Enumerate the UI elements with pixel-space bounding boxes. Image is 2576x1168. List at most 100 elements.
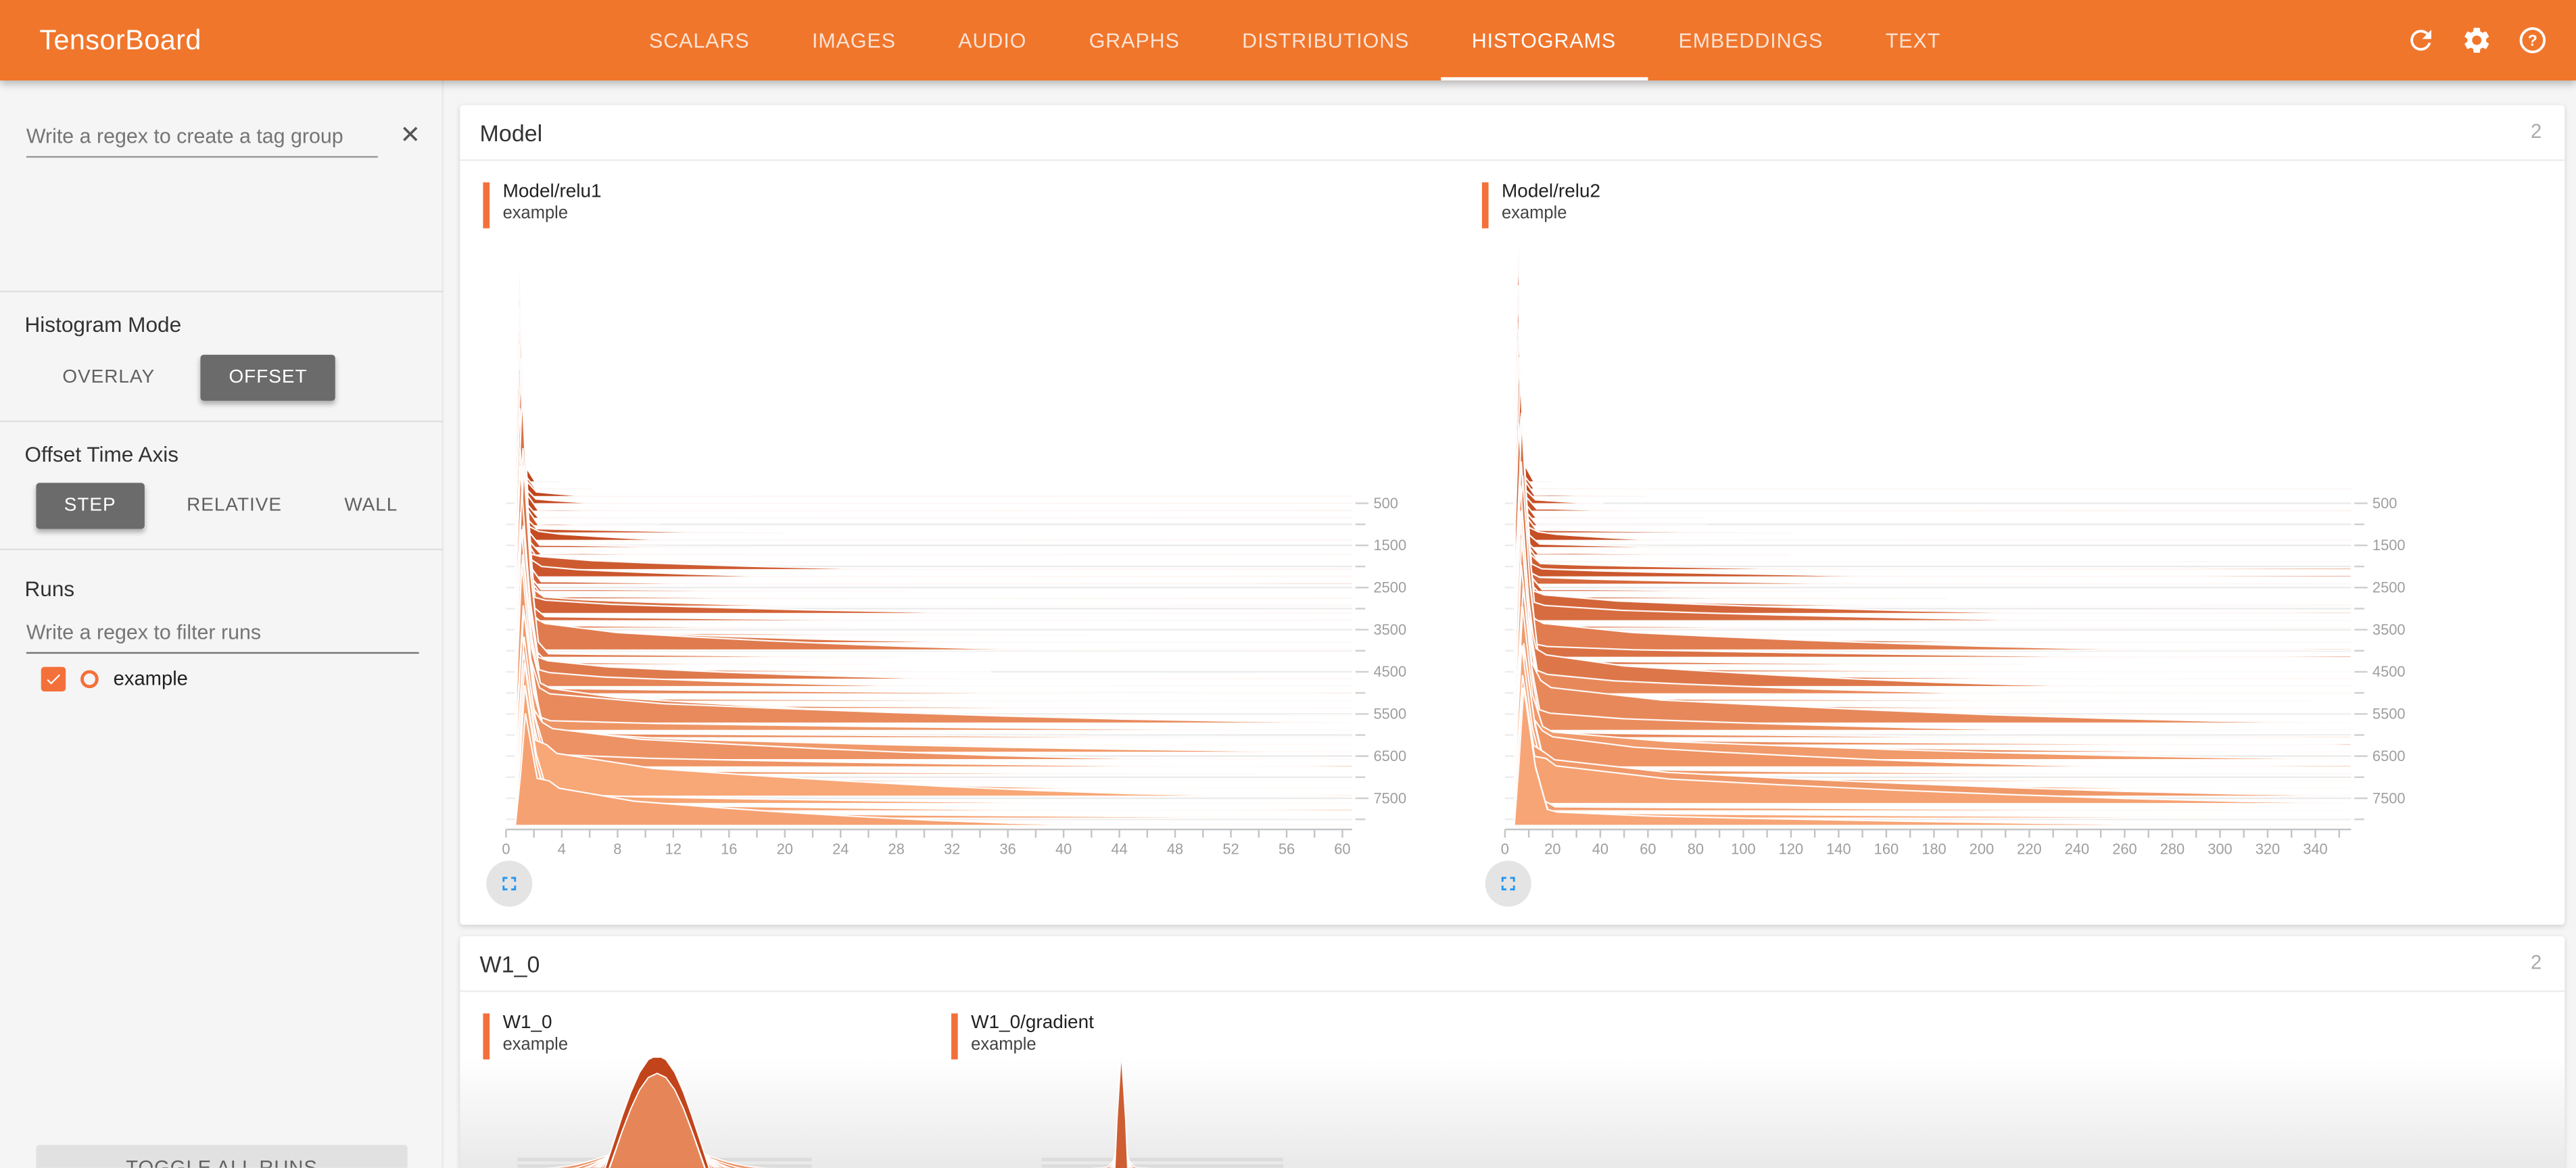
tab-text[interactable]: TEXT [1855, 0, 1972, 80]
svg-text:80: 80 [1688, 841, 1704, 858]
svg-text:24: 24 [832, 841, 849, 858]
svg-text:260: 260 [2112, 841, 2137, 858]
tab-embeddings[interactable]: EMBEDDINGS [1647, 0, 1854, 80]
section-title: W1_0 [480, 951, 540, 977]
svg-text:6500: 6500 [1373, 748, 1406, 764]
svg-text:8: 8 [613, 841, 621, 858]
svg-text:4500: 4500 [2372, 663, 2406, 680]
chart-title: Model/relu2 [1502, 182, 1600, 204]
card-header[interactable]: W1_02 [460, 936, 2565, 992]
chart-title-block: Model/relu1example [483, 182, 601, 228]
run-color-circle[interactable] [80, 669, 99, 687]
svg-text:180: 180 [1922, 841, 1946, 858]
chart-title: Model/relu1 [503, 182, 602, 204]
chart-count: 2 [2531, 120, 2542, 143]
section-title: Model [480, 120, 543, 146]
help-button[interactable]: ? [2504, 12, 2560, 68]
app: TensorBoard SCALARSIMAGESAUDIOGRAPHSDIST… [0, 0, 2576, 1168]
offset-time-axis-option-wall[interactable]: WALL [325, 483, 417, 529]
svg-text:12: 12 [665, 841, 682, 858]
svg-text:20: 20 [1544, 841, 1560, 858]
histogram-plot[interactable] [948, 1058, 1408, 1168]
nav-tabs: SCALARSIMAGESAUDIOGRAPHSDISTRIBUTIONSHIS… [618, 0, 1972, 80]
tab-graphs[interactable]: GRAPHS [1058, 0, 1211, 80]
tab-images[interactable]: IMAGES [781, 0, 927, 80]
divider [0, 420, 444, 422]
chart-w1-0-gradient: W1_0/gradientexample [948, 1008, 1408, 1168]
run-row[interactable]: example [41, 662, 419, 695]
svg-text:44: 44 [1111, 841, 1127, 858]
svg-text:5500: 5500 [2372, 706, 2406, 723]
svg-text:16: 16 [721, 841, 737, 858]
chart-model-relu2: Model/relu2example5001500250035004500550… [1479, 177, 2407, 917]
svg-text:320: 320 [2256, 841, 2280, 858]
svg-text:240: 240 [2065, 841, 2089, 858]
offset-time-axis-option-step[interactable]: STEP [36, 483, 144, 529]
histogram-plot[interactable]: 5001500250035004500550065007500020406080… [1479, 226, 2407, 867]
refresh-button[interactable] [2392, 12, 2448, 68]
tab-distributions[interactable]: DISTRIBUTIONS [1211, 0, 1441, 80]
svg-text:20: 20 [777, 841, 793, 858]
svg-text:5500: 5500 [1373, 706, 1406, 723]
svg-text:0: 0 [502, 841, 510, 858]
svg-text:160: 160 [1874, 841, 1899, 858]
tab-scalars[interactable]: SCALARS [618, 0, 781, 80]
card-header[interactable]: Model 2 [460, 105, 2565, 162]
svg-text:300: 300 [2208, 841, 2232, 858]
chart-w1-0: W1_0example [480, 1008, 940, 1168]
svg-text:120: 120 [1779, 841, 1803, 858]
tab-audio[interactable]: AUDIO [927, 0, 1057, 80]
svg-text:?: ? [2527, 32, 2537, 49]
close-icon[interactable]: ✕ [400, 123, 421, 147]
svg-text:1500: 1500 [1373, 537, 1406, 554]
svg-text:2500: 2500 [1373, 579, 1406, 596]
chart-card-model: Model2Model/relu1example5001500250035004… [460, 105, 2565, 925]
svg-text:28: 28 [888, 841, 905, 858]
check-icon [45, 669, 63, 687]
divider [0, 291, 444, 292]
chart-run-label: example [1502, 203, 1600, 223]
svg-text:60: 60 [1640, 841, 1656, 858]
tag-filter-input[interactable] [26, 120, 378, 157]
svg-text:200: 200 [1970, 841, 1994, 858]
histogram-mode-option-overlay[interactable]: OVERLAY [43, 355, 174, 401]
settings-icon [2460, 24, 2491, 55]
svg-text:2500: 2500 [2372, 579, 2406, 596]
svg-text:32: 32 [944, 841, 960, 858]
expand-button[interactable] [486, 860, 532, 906]
chart-title-block: Model/relu2example [1482, 182, 1600, 228]
divider [0, 549, 444, 550]
histogram-mode-option-offset[interactable]: OFFSET [201, 355, 335, 401]
tab-histograms[interactable]: HISTOGRAMS [1441, 0, 1648, 80]
svg-text:6500: 6500 [2372, 748, 2406, 764]
svg-text:48: 48 [1167, 841, 1183, 858]
offset-time-axis-label: Offset Time Axis [24, 442, 178, 466]
chart-run-label: example [503, 203, 602, 223]
runs-label: Runs [24, 577, 74, 601]
main-content: Model2Model/relu1example5001500250035004… [444, 80, 2576, 1168]
histogram-mode-label: Histogram Mode [24, 312, 181, 337]
settings-button[interactable] [2448, 12, 2504, 68]
svg-text:3500: 3500 [2372, 621, 2406, 638]
histogram-mode-options: OVERLAY OFFSET [43, 355, 335, 401]
histogram-plot[interactable]: 5001500250035004500550065007500048121620… [480, 226, 1408, 867]
help-icon: ? [2517, 24, 2548, 55]
expand-button[interactable] [1485, 860, 1531, 906]
histogram-plot[interactable] [480, 1058, 940, 1168]
run-color-bar [1482, 182, 1489, 228]
chart-title: W1_0/gradient [971, 1013, 1094, 1035]
run-name: example [114, 667, 188, 690]
chart-title-block: W1_0example [483, 1013, 568, 1059]
run-checkbox[interactable] [41, 666, 66, 690]
svg-text:7500: 7500 [1373, 789, 1406, 806]
chart-title-text: Model/relu2example [1502, 182, 1600, 228]
offset-time-axis-option-relative[interactable]: RELATIVE [167, 483, 302, 529]
run-filter-input[interactable] [26, 616, 419, 654]
app-title: TensorBoard [39, 0, 201, 80]
toggle-all-runs-button[interactable]: TOGGLE ALL RUNS [36, 1145, 407, 1168]
chart-title-text: W1_0example [503, 1013, 568, 1059]
chart-title-text: Model/relu1example [503, 182, 602, 228]
chart-card-w1_0: W1_02 W1_0example W1_0/gradientexample [460, 936, 2565, 1168]
svg-text:7500: 7500 [2372, 789, 2406, 806]
chart-title-block: W1_0/gradientexample [951, 1013, 1094, 1059]
